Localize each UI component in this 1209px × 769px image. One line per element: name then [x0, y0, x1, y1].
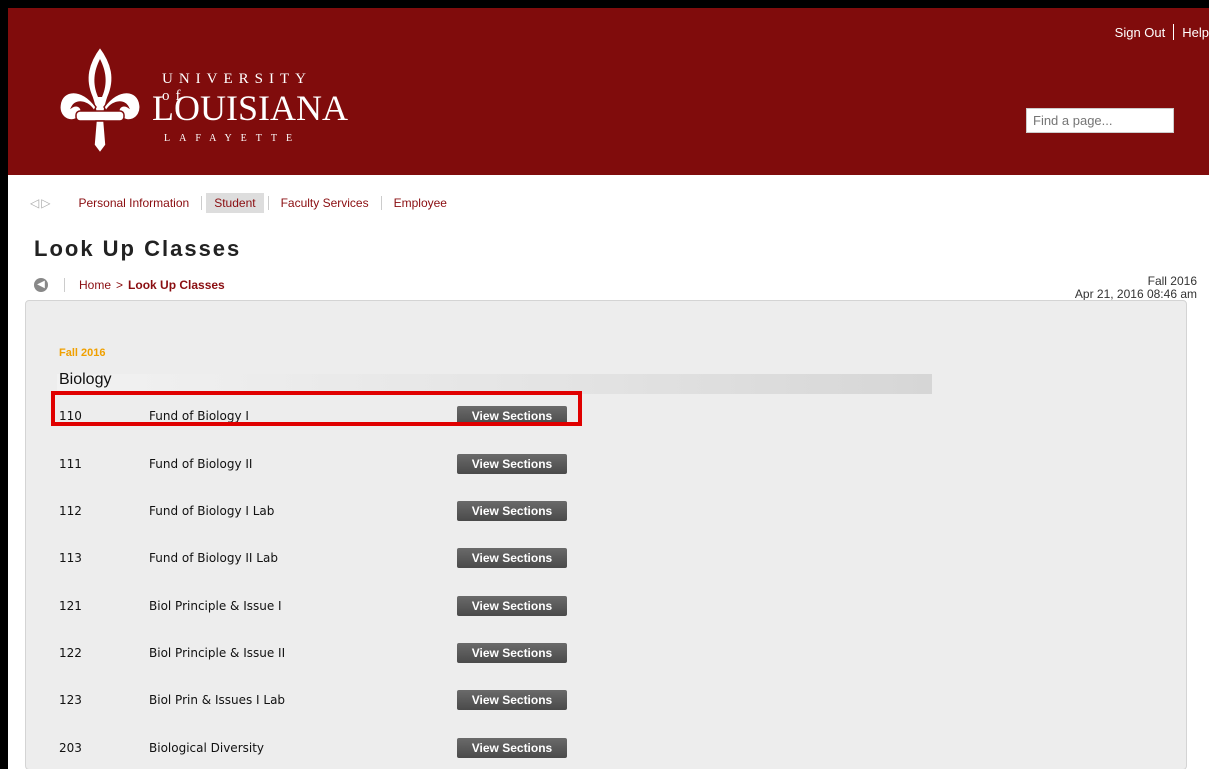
course-title: Fund of Biology I Lab: [149, 504, 275, 518]
breadcrumb-separator: >: [116, 278, 124, 292]
view-sections-button[interactable]: View Sections: [457, 454, 567, 474]
divider: [267, 196, 269, 210]
view-sections-button[interactable]: View Sections: [457, 643, 567, 663]
course-title: Biol Principle & Issue I: [149, 599, 282, 613]
nav-student[interactable]: Student: [206, 193, 264, 213]
course-title: Fund of Biology II Lab: [149, 551, 278, 565]
listing-term: Fall 2016: [59, 347, 106, 359]
view-sections-button[interactable]: View Sections: [457, 501, 567, 521]
logo-louisiana: LOUISIANA: [152, 88, 348, 128]
divider: [1173, 24, 1175, 40]
help-link[interactable]: Help: [1182, 25, 1209, 40]
university-logo[interactable]: UNIVERSITY of LOUISIANA LAFAYETTE: [52, 45, 348, 155]
header: Sign Out Help UNIVERSITY of LOUISIANA LA…: [8, 8, 1209, 175]
highlight-box: [51, 391, 582, 426]
course-number: 203: [59, 741, 82, 755]
course-number: 112: [59, 504, 82, 518]
term-date-info: Fall 2016 Apr 21, 2016 08:46 am: [1075, 275, 1197, 301]
nav-faculty-services[interactable]: Faculty Services: [273, 193, 377, 213]
view-sections-button[interactable]: View Sections: [457, 548, 567, 568]
nav-arrows-icon[interactable]: ◁▷: [30, 196, 52, 210]
fleur-de-lis-icon: [59, 45, 141, 155]
divider: [64, 278, 65, 292]
breadcrumb-home[interactable]: Home: [79, 278, 111, 292]
top-links: Sign Out Help: [1115, 24, 1209, 40]
sign-out-link[interactable]: Sign Out: [1115, 25, 1166, 40]
logo-lafayette: LAFAYETTE: [164, 133, 302, 144]
back-arrow-icon[interactable]: ◀: [34, 278, 48, 292]
course-number: 123: [59, 693, 82, 707]
breadcrumb-current: Look Up Classes: [128, 278, 225, 292]
nav-employee[interactable]: Employee: [386, 193, 455, 213]
breadcrumb: ◀ Home > Look Up Classes: [34, 278, 225, 292]
nav-personal-information[interactable]: Personal Information: [70, 193, 197, 213]
course-title: Biol Principle & Issue II: [149, 646, 286, 660]
course-title: Biol Prin & Issues I Lab: [149, 693, 286, 707]
course-number: 121: [59, 599, 82, 613]
view-sections-button[interactable]: View Sections: [457, 690, 567, 710]
view-sections-button[interactable]: View Sections: [457, 596, 567, 616]
page-title: Look Up Classes: [34, 236, 242, 261]
course-number: 111: [59, 457, 82, 471]
divider: [380, 196, 382, 210]
subject-title: Biology: [59, 371, 112, 388]
course-title: Fund of Biology II: [149, 457, 253, 471]
course-number: 122: [59, 646, 82, 660]
main-nav: ◁▷ Personal Information Student Faculty …: [30, 191, 455, 215]
course-number: 113: [59, 551, 82, 565]
divider: [201, 196, 203, 210]
view-sections-button[interactable]: View Sections: [457, 738, 567, 758]
search-input[interactable]: [1026, 108, 1174, 133]
course-title: Biological Diversity: [149, 741, 265, 755]
